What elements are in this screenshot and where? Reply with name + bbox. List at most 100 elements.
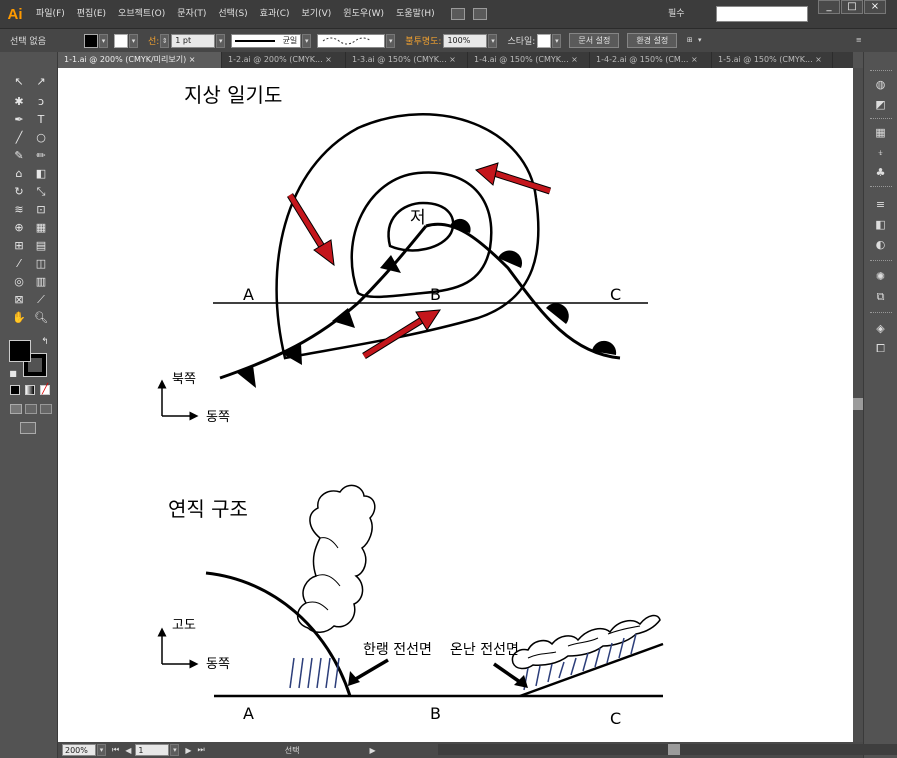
free-transform-tool-icon[interactable]: ⊡ (32, 202, 50, 218)
style-dropdown[interactable]: ▾ (552, 33, 562, 48)
artboard-tool-icon[interactable]: ⊠ (10, 292, 28, 308)
vertical-scrollbar[interactable] (853, 68, 863, 742)
zoom-tool-icon[interactable]: 🔍︎ (32, 310, 50, 326)
menu-edit[interactable]: 편집(E) (71, 0, 112, 28)
slice-tool-icon[interactable]: ⟋ (32, 292, 50, 308)
gradient-mode-icon[interactable] (25, 385, 35, 395)
menu-help[interactable]: 도움말(H) (390, 0, 441, 28)
paintbrush-tool-icon[interactable]: ✎ (10, 148, 28, 164)
swap-colors-icon[interactable]: ↰ (36, 334, 54, 350)
opacity-dropdown[interactable]: ▾ (488, 33, 498, 48)
ellipse-tool-icon[interactable]: ○ (32, 130, 50, 146)
stroke-swatch[interactable] (113, 33, 128, 48)
artboard-dropdown[interactable]: ▾ (170, 744, 180, 756)
transparency-icon[interactable]: ◐ (873, 238, 888, 251)
draw-behind-icon[interactable] (25, 404, 37, 414)
opacity-label[interactable]: 불투명도: (405, 34, 441, 47)
arrange-documents-icon[interactable] (472, 8, 487, 20)
previous-artboard-icon[interactable]: ◀ (125, 746, 131, 755)
perspective-grid-tool-icon[interactable]: ▦ (32, 220, 50, 236)
document-setup-button[interactable]: 문서 설정 (569, 33, 620, 48)
next-artboard-icon[interactable]: ▶ (185, 746, 191, 755)
fill-swatch[interactable] (83, 33, 98, 48)
pen-tool-icon[interactable]: ✒ (10, 112, 28, 128)
zoom-dropdown[interactable]: ▾ (97, 744, 106, 756)
stroke-weight-stepper[interactable]: ⇕ (160, 33, 170, 48)
opacity-field[interactable]: 100% (443, 33, 488, 48)
line-tool-icon[interactable]: ╱ (10, 130, 28, 146)
tab-1-4-2[interactable]: 1-4-2.ai @ 150% (CM... × (590, 52, 712, 68)
tab-1-5[interactable]: 1-5.ai @ 150% (CMYK... × (712, 52, 833, 68)
zoom-field[interactable]: 200% (62, 744, 96, 756)
horizontal-scroll-thumb[interactable] (668, 744, 680, 755)
bridge-icon[interactable] (450, 8, 465, 20)
fill-color-box[interactable] (9, 340, 31, 362)
screen-mode-icon[interactable] (20, 422, 36, 434)
stroke-profile-field[interactable]: 균일 (231, 33, 302, 48)
eyedropper-tool-icon[interactable]: ⁄ (10, 256, 28, 272)
panel-menu-icon[interactable]: ≡ (854, 34, 863, 48)
swatches-icon[interactable]: ▦ (873, 126, 888, 139)
blend-tool-icon[interactable]: ◫ (32, 256, 50, 272)
tab-close-icon[interactable]: × (571, 55, 578, 64)
tab-1-2[interactable]: 1-2.ai @ 200% (CMYK... × (222, 52, 346, 68)
none-mode-icon[interactable]: ╱ (40, 385, 50, 395)
color-panel-icon[interactable]: ◍ (873, 78, 888, 91)
stroke-weight-field[interactable]: 1 pt (171, 33, 216, 48)
menu-file[interactable]: 파일(F) (30, 0, 71, 28)
artboard-canvas[interactable]: 지상 일기도 연직 구조 저 A B C 북쪽 동쪽 한랭 전선면 온난 전선면… (58, 68, 853, 742)
style-swatch[interactable] (537, 33, 552, 48)
last-artboard-icon[interactable]: ⏭ (198, 745, 205, 755)
magic-wand-tool-icon[interactable]: ✱ (10, 94, 28, 110)
vertical-scroll-thumb[interactable] (853, 398, 863, 410)
gradient-tool-icon[interactable]: ▤ (32, 238, 50, 254)
tab-1-4[interactable]: 1-4.ai @ 150% (CMYK... × (468, 52, 590, 68)
menu-object[interactable]: 오브젝트(O) (112, 0, 171, 28)
mesh-tool-icon[interactable]: ⊞ (10, 238, 28, 254)
brush-dropdown[interactable]: ▾ (386, 33, 396, 48)
symbols-icon[interactable]: ♣ (873, 166, 888, 179)
rotate-tool-icon[interactable]: ↻ (10, 184, 28, 200)
direct-selection-tool-icon[interactable]: ↗ (32, 74, 50, 90)
stroke-panel-icon[interactable]: ≡ (873, 198, 888, 211)
fill-dropdown[interactable]: ▾ (98, 33, 108, 48)
stroke-label[interactable]: 선: (148, 34, 159, 47)
close-button[interactable]: × (864, 0, 886, 14)
current-tool-status[interactable]: 선택 (285, 745, 300, 756)
stroke-weight-dropdown[interactable]: ▾ (216, 33, 226, 48)
menu-effect[interactable]: 효과(C) (254, 0, 296, 28)
type-tool-icon[interactable]: T (32, 112, 50, 128)
graphic-styles-icon[interactable]: ⧉ (873, 290, 888, 303)
menu-view[interactable]: 보기(V) (296, 0, 338, 28)
stroke-dropdown[interactable]: ▾ (128, 33, 138, 48)
preferences-button[interactable]: 환경 설정 (627, 33, 678, 48)
column-graph-tool-icon[interactable]: ▥ (32, 274, 50, 290)
layers-icon[interactable]: ◈ (873, 322, 888, 335)
shape-builder-tool-icon[interactable]: ⊕ (10, 220, 28, 236)
align-icon[interactable]: ⊞ (685, 34, 694, 48)
stroke-profile-dropdown[interactable]: ▾ (302, 33, 312, 48)
color-mode-icon[interactable] (10, 385, 20, 395)
first-artboard-icon[interactable]: ⏮ (112, 745, 119, 755)
pencil-tool-icon[interactable]: ✏ (32, 148, 50, 164)
tab-1-3[interactable]: 1-3.ai @ 150% (CMYK... × (346, 52, 468, 68)
gradient-panel-icon[interactable]: ◧ (873, 218, 888, 231)
workspace-switcher[interactable]: 필수 (668, 0, 685, 28)
draw-inside-icon[interactable] (40, 404, 52, 414)
artboards-icon[interactable]: ⧠ (873, 342, 888, 355)
minimize-button[interactable]: _ (818, 0, 840, 14)
symbol-sprayer-tool-icon[interactable]: ◎ (10, 274, 28, 290)
blob-brush-tool-icon[interactable]: ⌂ (10, 166, 28, 182)
tab-close-icon[interactable]: × (189, 55, 196, 64)
menu-window[interactable]: 윈도우(W) (337, 0, 390, 28)
appearance-icon[interactable]: ✺ (873, 270, 888, 283)
horizontal-scrollbar[interactable] (438, 744, 897, 755)
maximize-button[interactable]: □ (841, 0, 863, 14)
tab-close-icon[interactable]: × (815, 55, 822, 64)
selection-tool-icon[interactable]: ↖ (10, 74, 28, 90)
draw-normal-icon[interactable] (10, 404, 22, 414)
help-search-input[interactable] (716, 6, 808, 22)
menu-select[interactable]: 선택(S) (212, 0, 253, 28)
tab-close-icon[interactable]: × (449, 55, 456, 64)
tab-1-1[interactable]: 1-1.ai @ 200% (CMYK/미리보기) × (58, 52, 222, 68)
